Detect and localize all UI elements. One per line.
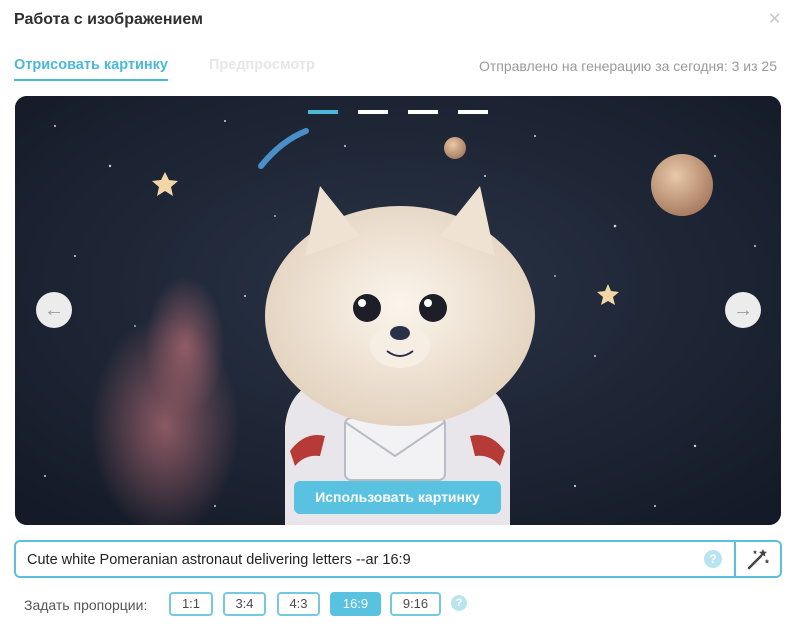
magic-wand-button[interactable] [736,540,782,578]
ratio-option-9-16[interactable]: 9:16 [390,592,441,616]
prompt-text[interactable]: Cute white Pomeranian astronaut deliveri… [27,552,411,568]
carousel-indicators [308,110,488,114]
prompt-input[interactable]: Cute white Pomeranian astronaut deliveri… [14,540,736,578]
carousel-dot[interactable] [308,110,338,114]
help-icon[interactable]: ? [451,595,467,611]
magic-wand-icon [747,549,770,570]
ratio-option-4-3[interactable]: 4:3 [277,592,320,616]
image-viewer: ← → Использовать картинку [15,96,781,525]
use-image-button[interactable]: Использовать картинку [294,481,501,514]
carousel-dot[interactable] [408,110,438,114]
ratio-option-3-4[interactable]: 3:4 [223,592,266,616]
carousel-dot[interactable] [358,110,388,114]
close-icon[interactable]: ✕ [768,9,781,29]
generation-counter: Отправлено на генерацию за сегодня: 3 из… [478,58,777,74]
ratio-option-1-1[interactable]: 1:1 [169,592,213,616]
ratio-label: Задать пропорции: [24,597,148,613]
ratio-option-16-9[interactable]: 16:9 [330,592,381,616]
generated-image [15,96,781,525]
help-icon[interactable]: ? [704,550,722,568]
tab-draw[interactable]: Отрисовать картинку [14,57,168,81]
arrow-right-icon[interactable]: → [725,292,761,328]
dialog-title: Работа с изображением [14,11,203,28]
tab-preview[interactable]: Предпросмотр [209,57,315,73]
carousel-dot[interactable] [458,110,488,114]
arrow-left-icon[interactable]: ← [36,292,72,328]
